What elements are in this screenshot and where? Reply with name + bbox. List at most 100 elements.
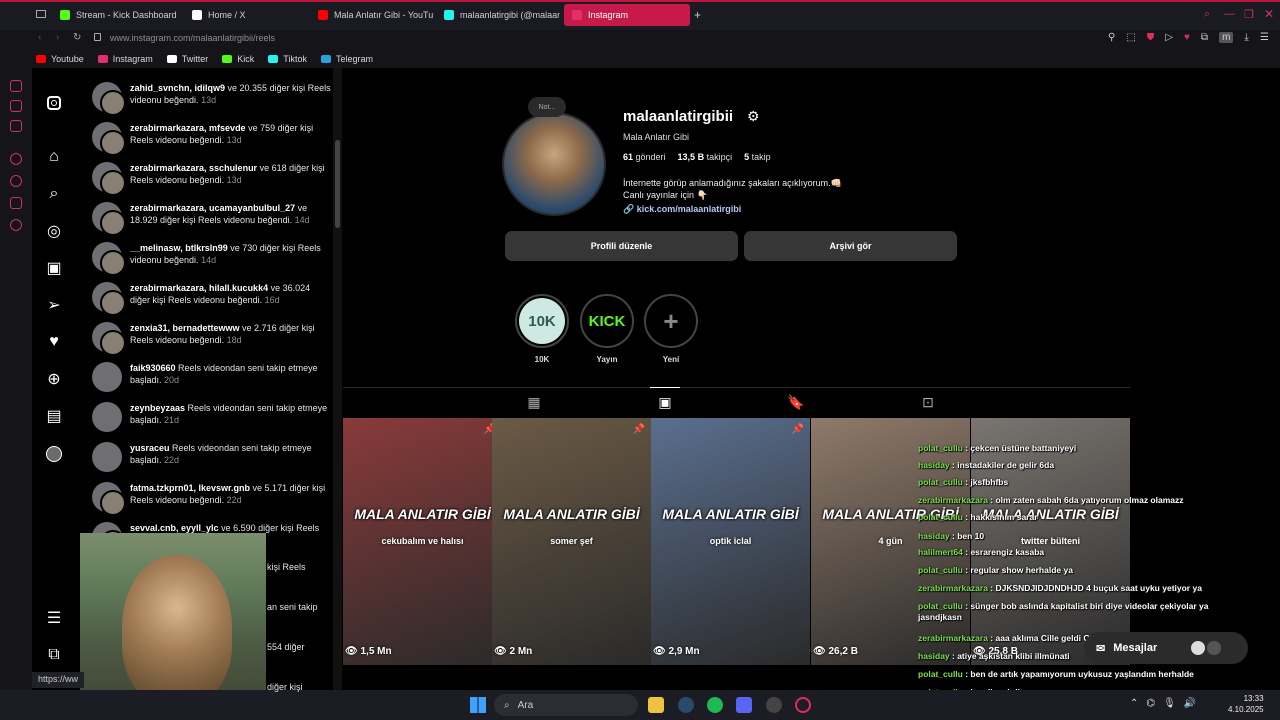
notification-users[interactable]: zerabirmarkazara, sschulenur [130,163,257,173]
notification-users[interactable]: __melinasw, btlkrsln99 [130,243,228,253]
bookmark-telegram[interactable]: Telegram [320,54,373,64]
opera-gx-icon[interactable] [795,697,811,713]
taskbar-clock[interactable]: 13:33 4.10.2025 [1228,693,1264,715]
notification-users[interactable]: yusraceu [130,443,170,453]
avatar[interactable] [92,402,122,432]
view-archive-button[interactable]: Arşivi gör [744,231,957,261]
maximize-button[interactable]: ❐ [1244,8,1254,21]
notification-users[interactable]: zerabirmarkazara, mfsevde [130,123,246,133]
profile-link[interactable]: 🔗 kick.com/malaanlatirgibi [623,204,741,215]
search-tabs-icon[interactable]: ⌕ [1204,8,1210,21]
url-field[interactable]: www.instagram.com/malaanlatirgibii/reels [110,33,275,43]
player-icon[interactable] [10,153,22,165]
forward-icon[interactable]: › [56,32,59,43]
browser-tab[interactable]: Stream - Kick Dashboard [52,4,184,26]
spotify-icon[interactable] [707,697,723,713]
search-icon[interactable]: ⌕ [45,185,63,203]
avatar[interactable] [92,482,126,516]
reel-tile[interactable]: MALA ANLATIR GİBİ cekubalım ve halısı 👁 1,… [343,418,502,665]
taskbar-search[interactable]: ⌕ Ara [494,694,638,716]
bookmark-kick[interactable]: Kick [222,54,254,64]
notification-item[interactable]: fatma.tzkprn01, lkevswr.gnb ve 5.171 diğ… [92,482,332,516]
notification-users[interactable]: zeynbeyzaas [130,403,185,413]
instagram-sidebar-icon[interactable] [10,120,22,132]
play-icon[interactable]: ▷ [1165,32,1173,43]
avatar[interactable] [92,82,126,116]
notification-users[interactable]: sevval.cnb, eyyll_ylc [130,523,219,533]
new-tab-button[interactable]: + [694,8,701,22]
highlight-new[interactable]: + [644,294,698,348]
profile-avatar[interactable] [46,446,62,462]
extensions-icon[interactable] [10,197,22,209]
profile-avatar[interactable]: m [1219,32,1234,43]
highlight-story[interactable]: KICK [580,294,634,348]
saved-tab-icon[interactable]: 🔖 [787,394,804,410]
notification-users[interactable]: zerabirmarkazara, hilall.kucukk4 [130,283,268,293]
scrollbar-thumb[interactable] [335,140,340,228]
reload-icon[interactable]: ↻ [73,32,81,43]
highlight-story[interactable]: 10K [515,294,569,348]
reel-tile[interactable]: MALA ANLATIR GİBİ somer şef 👁 2 Mn 📌 [492,418,651,665]
shield-icon[interactable]: ⛊ [1147,32,1155,43]
steam-icon[interactable] [678,697,694,713]
notification-item[interactable]: zerabirmarkazara, mfsevde ve 759 diğer k… [92,122,332,156]
extensions-icon[interactable]: ⧉ [1201,32,1208,43]
notification-users[interactable]: fatma.tzkprn01, lkevswr.gnb [130,483,250,493]
volume-icon[interactable]: 🔊 [1184,698,1196,709]
avatar[interactable] [92,442,122,472]
notification-item[interactable]: zerabirmarkazara, sschulenur ve 618 diğe… [92,162,332,196]
notification-users[interactable]: faik930660 [130,363,176,373]
discord-icon[interactable] [736,697,752,713]
tray-icons[interactable]: ⌃ ⌬ 🎙 🔊 [1130,698,1196,709]
minimize-button[interactable]: — [1224,8,1235,20]
followers-count[interactable]: 13,5 B takipçi [678,152,733,162]
profile-picture[interactable] [502,112,606,216]
reels-icon[interactable]: ▣ [45,259,63,277]
close-window-button[interactable]: ✕ [1264,7,1274,21]
heart-icon[interactable]: ♥ [45,333,63,351]
notification-item[interactable]: zahid_svnchn, idilqw9 ve 20.355 diğer ki… [92,82,332,116]
notification-users[interactable]: zerabirmarkazara, ucamayanbulbul_27 [130,203,295,213]
avatar[interactable] [92,162,126,196]
dashboard-icon[interactable]: ▤ [45,407,63,425]
notification-item[interactable]: faik930660 Reels videondan seni takip et… [92,362,332,392]
instagram-logo-icon[interactable] [45,94,63,112]
avatar[interactable] [92,202,126,236]
history-icon[interactable] [10,175,22,187]
create-icon[interactable]: ⊕ [45,370,63,388]
browser-tab[interactable]: Instagram [564,4,690,26]
windows-start-icon[interactable] [470,697,486,713]
notification-users[interactable]: zenxia31, bernadettewww [130,323,240,333]
avatar[interactable] [92,282,126,316]
home-icon[interactable]: ⌂ [45,148,63,166]
bookmark-instagram[interactable]: Instagram [97,54,153,64]
obs-icon[interactable] [766,697,782,713]
download-icon[interactable]: ⤓ [1244,32,1248,43]
microphone-icon[interactable]: 🎙 [1163,698,1176,709]
edit-profile-button[interactable]: Profili düzenle [505,231,738,261]
threads-icon[interactable]: ⧉ [45,646,63,664]
bookmark-tiktok[interactable]: Tiktok [268,54,307,64]
explore-icon[interactable]: ◎ [45,222,63,240]
tagged-tab-icon[interactable]: ⊡ [920,394,936,410]
bookmark-youtube[interactable]: Youtube [36,54,84,64]
gear-icon[interactable]: ⚙ [747,108,760,125]
reels-tab-icon[interactable]: ▣ [657,394,673,410]
note-bubble[interactable]: Not... [528,97,566,117]
bookmark-twitter[interactable]: Twitter [166,54,208,64]
heart-icon[interactable]: ♥ [1184,32,1190,43]
menu-icon[interactable]: ☰ [45,609,63,627]
notification-item[interactable]: zeynbeyzaas Reels videondan seni takip e… [92,402,332,432]
messages-button[interactable]: ✉ Mesajlar [1084,632,1248,664]
file-explorer-icon[interactable] [648,697,664,713]
notification-item[interactable]: zerabirmarkazara, ucamayanbulbul_27 ve 1… [92,202,332,236]
notification-item[interactable]: __melinasw, btlkrsln99 ve 730 diğer kişi… [92,242,332,276]
following-count[interactable]: 5 takip [744,152,771,162]
network-icon[interactable]: ⌬ [1146,698,1155,709]
snapshot-icon[interactable]: ⬚ [1126,32,1135,43]
browser-tab[interactable]: Mala Anlatır Gibi - YouTu [310,4,434,26]
notification-item[interactable]: yusraceu Reels videondan seni takip etme… [92,442,332,472]
direct-icon[interactable]: ➢ [45,296,63,314]
avatar[interactable] [92,242,126,276]
workspace-icon[interactable] [36,10,46,18]
